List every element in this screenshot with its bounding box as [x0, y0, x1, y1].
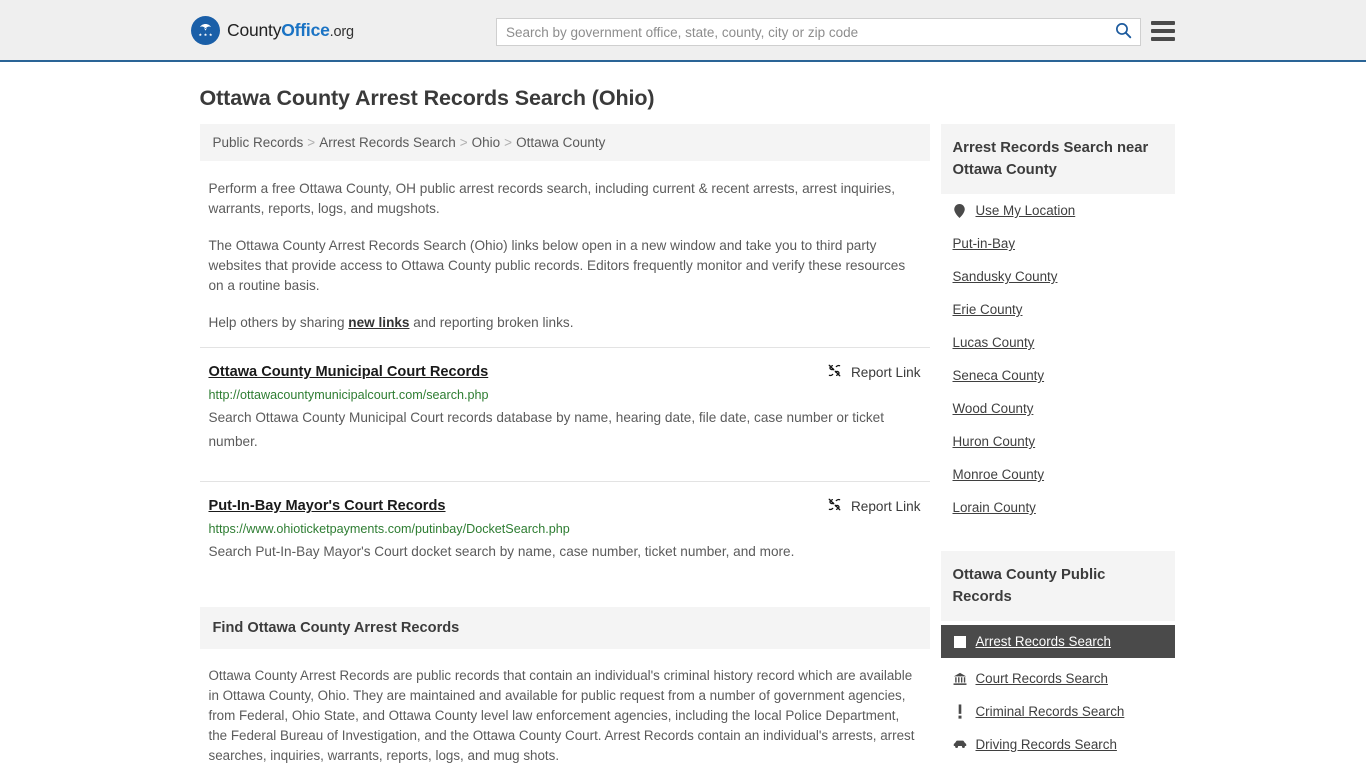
result-item: Ottawa County Municipal Court Records Re…: [199, 347, 930, 467]
map-pin-icon: [953, 203, 967, 218]
intro-paragraph-1: Perform a free Ottawa County, OH public …: [208, 181, 896, 216]
sidebar-item-label[interactable]: Sandusky County: [953, 269, 1058, 284]
result-title-link[interactable]: Ottawa County Municipal Court Records: [209, 362, 489, 382]
find-section-heading: Find Ottawa County Arrest Records: [199, 607, 930, 649]
breadcrumb-item-ottawa-county[interactable]: Ottawa County: [516, 135, 605, 150]
report-link-button[interactable]: Report Link: [827, 497, 921, 515]
find-section-body: Ottawa County Arrest Records are public …: [200, 666, 930, 768]
sidebar-item-label[interactable]: Lucas County: [953, 335, 1035, 350]
hamburger-bar: [1151, 21, 1175, 25]
content-container: Public Records > Arrest Records Search > Ohi…: [191, 124, 1176, 768]
exclamation-icon: [953, 704, 967, 719]
sidebar-item-label[interactable]: Erie County: [953, 302, 1023, 317]
sidebar-near-list: Use My Location Put-in-Bay Sandusky Coun…: [941, 194, 1175, 524]
sidebar-item-label[interactable]: Put-in-Bay: [953, 236, 1016, 251]
eagle-seal-icon: [191, 15, 220, 45]
result-header: Ottawa County Municipal Court Records Re…: [209, 362, 921, 382]
sidebar-item-label[interactable]: Criminal Records Search: [976, 704, 1125, 719]
sidebar: Arrest Records Search near Ottawa County…: [940, 124, 1175, 768]
breadcrumb-item-arrest-records-search[interactable]: Arrest Records Search: [319, 135, 456, 150]
intro-p3-after: and reporting broken links.: [409, 315, 574, 330]
courthouse-icon: [953, 672, 967, 686]
hamburger-bar: [1151, 37, 1175, 41]
sidebar-item-label[interactable]: Court Records Search: [976, 671, 1108, 686]
report-link-label: Report Link: [850, 498, 921, 514]
sidebar-item-criminal-records-search[interactable]: Criminal Records Search: [941, 695, 1175, 728]
breadcrumb-separator: >: [504, 135, 513, 150]
sidebar-item-label[interactable]: Monroe County: [953, 467, 1045, 482]
result-item: Put-In-Bay Mayor's Court Records Report …: [199, 481, 930, 577]
result-title-link[interactable]: Put-In-Bay Mayor's Court Records: [209, 496, 446, 516]
sidebar-item-driving-records-search[interactable]: Driving Records Search: [941, 728, 1175, 761]
breadcrumb-separator: >: [307, 135, 316, 150]
sidebar-item-huron-county[interactable]: Huron County: [941, 425, 1175, 458]
report-link-label: Report Link: [850, 364, 921, 380]
site-header: CountyOffice.org: [0, 0, 1366, 62]
sidebar-item-put-in-bay[interactable]: Put-in-Bay: [941, 227, 1175, 260]
sidebar-item-erie-county[interactable]: Erie County: [941, 293, 1175, 326]
sidebar-records-heading: Ottawa County Public Records: [940, 551, 1175, 621]
search-input[interactable]: [497, 19, 1106, 45]
sidebar-records-section: Ottawa County Public Records Arrest Reco…: [940, 551, 1175, 761]
sidebar-near-heading: Arrest Records Search near Ottawa County: [940, 124, 1175, 194]
main-column: Public Records > Arrest Records Search > Ohi…: [199, 124, 930, 768]
car-icon: [953, 739, 967, 750]
site-logo[interactable]: CountyOffice.org: [191, 15, 354, 45]
sidebar-item-label[interactable]: Arrest Records Search: [976, 634, 1111, 649]
result-header: Put-In-Bay Mayor's Court Records Report …: [209, 496, 921, 516]
broken-link-icon: [827, 497, 842, 515]
white-square-icon: [953, 635, 967, 648]
sidebar-item-label[interactable]: Huron County: [953, 434, 1036, 449]
sidebar-item-wood-county[interactable]: Wood County: [941, 392, 1175, 425]
report-link-button[interactable]: Report Link: [827, 363, 921, 381]
sidebar-item-court-records-search[interactable]: Court Records Search: [941, 662, 1175, 695]
logo-text-office: Office: [281, 19, 330, 40]
new-links-link[interactable]: new links: [348, 315, 409, 330]
breadcrumb-item-ohio[interactable]: Ohio: [472, 135, 501, 150]
sidebar-item-label[interactable]: Driving Records Search: [976, 737, 1117, 752]
search-icon: [1115, 22, 1132, 42]
hamburger-menu-icon[interactable]: [1151, 19, 1175, 43]
sidebar-records-list: Arrest Records Search Court Records Sear…: [940, 625, 1175, 761]
search-bar: [496, 18, 1141, 46]
sidebar-item-monroe-county[interactable]: Monroe County: [941, 458, 1175, 491]
broken-link-icon: [827, 363, 842, 381]
logo-text: CountyOffice.org: [227, 20, 354, 41]
sidebar-item-label[interactable]: Seneca County: [953, 368, 1045, 383]
intro-paragraph-3: Help others by sharing new links and rep…: [209, 313, 921, 333]
hamburger-bar: [1151, 29, 1175, 33]
sidebar-item-seneca-county[interactable]: Seneca County: [941, 359, 1175, 392]
sidebar-item-arrest-records-search[interactable]: Arrest Records Search: [940, 625, 1175, 658]
result-description: Search Ottawa County Municipal Court rec…: [208, 410, 885, 449]
breadcrumb-item-public-records[interactable]: Public Records: [213, 135, 304, 150]
sidebar-item-lucas-county[interactable]: Lucas County: [941, 326, 1175, 359]
breadcrumb: Public Records > Arrest Records Search > Ohi…: [199, 124, 930, 161]
search-button[interactable]: [1106, 19, 1140, 45]
page-body: Ottawa County Arrest Records Search (Ohi…: [0, 62, 1366, 768]
sidebar-item-sandusky-county[interactable]: Sandusky County: [941, 260, 1175, 293]
result-description: Search Put-In-Bay Mayor's Court docket s…: [208, 544, 795, 559]
square-shape: [953, 635, 966, 648]
logo-text-county: County: [227, 19, 282, 40]
result-url: http://ottawacountymunicipalcourt.com/se…: [208, 388, 489, 402]
logo-text-org: .org: [329, 23, 354, 40]
page-title: Ottawa County Arrest Records Search (Ohi…: [199, 86, 655, 110]
result-url: https://www.ohioticketpayments.com/putin…: [208, 522, 570, 536]
intro-paragraph-2: The Ottawa County Arrest Records Search …: [208, 238, 906, 293]
intro-p3-before: Help others by sharing: [208, 315, 349, 330]
sidebar-item-label[interactable]: Use My Location: [976, 203, 1076, 218]
find-section-paragraph: Ottawa County Arrest Records are public …: [208, 668, 915, 763]
sidebar-item-lorain-county[interactable]: Lorain County: [941, 491, 1175, 524]
sidebar-item-label[interactable]: Wood County: [953, 401, 1034, 416]
breadcrumb-separator: >: [459, 135, 468, 150]
sidebar-item-label[interactable]: Lorain County: [953, 500, 1036, 515]
intro-section: Perform a free Ottawa County, OH public …: [200, 179, 930, 333]
sidebar-item-use-my-location[interactable]: Use My Location: [941, 194, 1175, 227]
